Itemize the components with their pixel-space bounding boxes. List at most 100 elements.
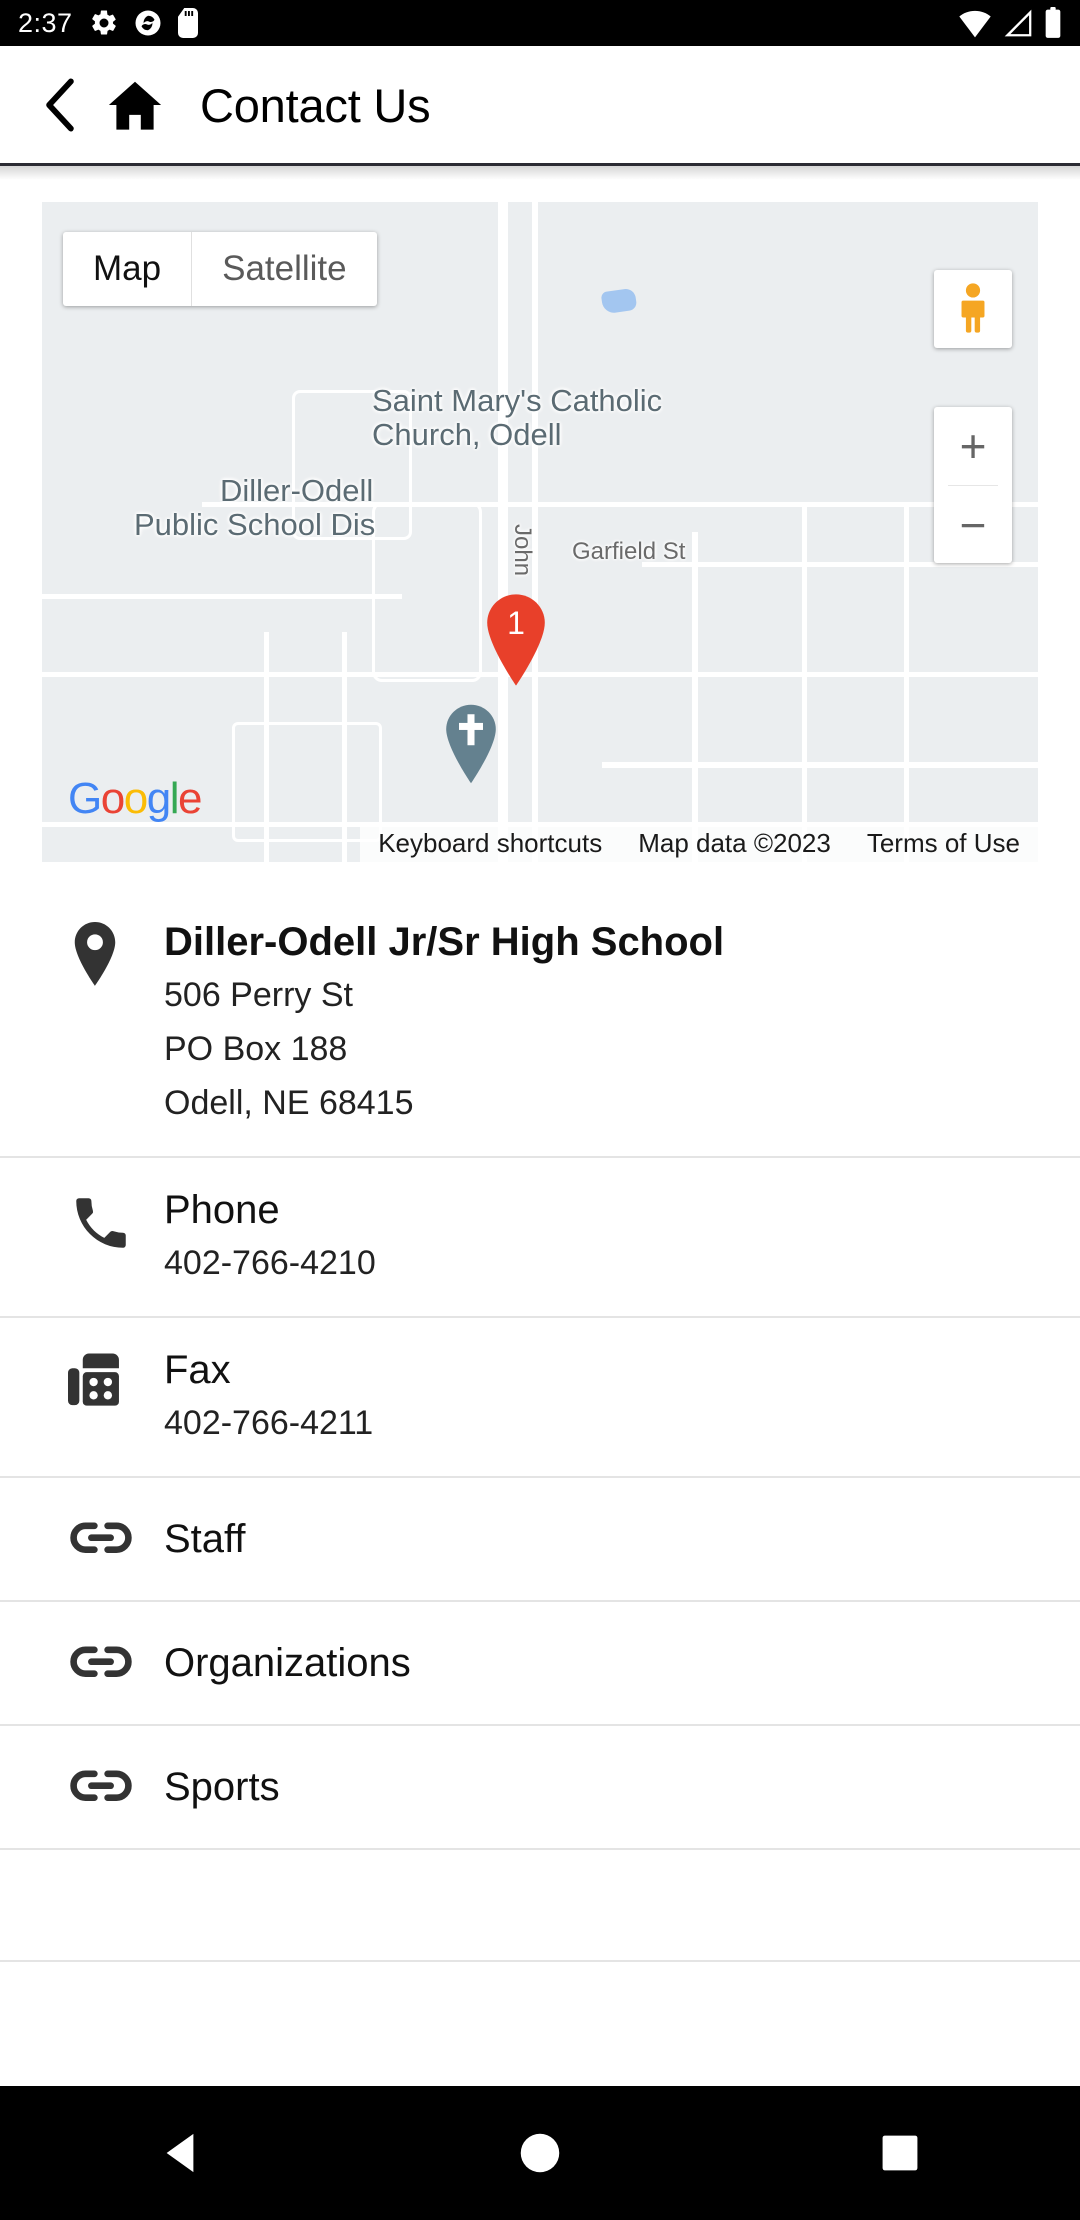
map-data-copyright: Map data ©2023 <box>620 824 849 862</box>
staff-label: Staff <box>164 1517 246 1561</box>
home-circle-icon <box>520 2133 560 2173</box>
map-water-feature <box>600 287 638 315</box>
map-road <box>42 594 402 599</box>
app-screen: 2:37 Contact Us Map Satellite + − 1 Sain… <box>0 0 1080 2220</box>
phone-number[interactable]: 402-766-4210 <box>164 1236 1050 1290</box>
recents-square-icon <box>882 2135 918 2171</box>
settings-gear-icon <box>91 10 116 35</box>
fax-icon <box>68 1353 119 1406</box>
google-logo-letter: g <box>146 774 171 823</box>
address-line-2: PO Box 188 <box>164 1030 348 1068</box>
link-chain-icon <box>70 1646 132 1677</box>
google-logo-letter: o <box>123 774 148 823</box>
address-row-body: Diller-Odell Jr/Sr High School 506 Perry… <box>160 916 1050 1130</box>
page-title: Contact Us <box>200 78 431 132</box>
list-bottom-spacer <box>0 1850 1080 1962</box>
link-row-organizations[interactable]: Organizations <box>0 1602 1080 1726</box>
phone-row[interactable]: Phone 402-766-4210 <box>0 1158 1080 1318</box>
street-view-pegman-icon <box>961 283 985 333</box>
back-triangle-icon <box>166 2133 194 2173</box>
link-row-sports[interactable]: Sports <box>0 1726 1080 1850</box>
keyboard-shortcuts-link[interactable]: Keyboard shortcuts <box>360 824 621 862</box>
google-map[interactable]: Map Satellite + − 1 Saint Mary's Catholi… <box>42 202 1038 862</box>
map-type-control[interactable]: Map Satellite <box>63 232 377 306</box>
poi-label-church-line1: Saint Mary's Catholic <box>372 383 663 418</box>
street-label-garfield: Garfield St <box>572 538 686 565</box>
phone-row-body: Phone 402-766-4210 <box>160 1184 1050 1290</box>
google-logo-letter: e <box>177 774 202 823</box>
zoom-out-button[interactable]: − <box>934 486 1012 564</box>
back-button[interactable] <box>40 78 80 132</box>
battery-icon <box>1045 7 1061 38</box>
status-bar-clock: 2:37 <box>18 7 73 38</box>
church-pin-icon <box>446 704 496 784</box>
wifi-icon <box>959 10 991 38</box>
map-road <box>802 502 807 862</box>
map-type-satellite-button[interactable]: Satellite <box>192 232 377 306</box>
staff-row-body: Staff <box>160 1513 1050 1565</box>
marker-number-label: 1 <box>507 605 525 641</box>
address-row-icon <box>68 916 160 988</box>
home-button[interactable] <box>104 74 166 136</box>
fax-label: Fax <box>164 1348 231 1392</box>
sports-row-icon <box>68 1761 160 1813</box>
numbered-map-marker[interactable]: 1 <box>480 592 552 693</box>
address-line-3: Odell, NE 68415 <box>164 1084 414 1122</box>
link-chain-icon <box>70 1770 132 1801</box>
fax-row[interactable]: Fax 402-766-4211 <box>0 1318 1080 1478</box>
google-logo-letter: l <box>169 774 180 823</box>
system-navigation-bar <box>0 2086 1080 2220</box>
link-chain-icon <box>70 1522 132 1553</box>
phone-row-icon <box>68 1184 160 1256</box>
link-row-staff[interactable]: Staff <box>0 1478 1080 1602</box>
map-road <box>904 502 909 862</box>
phone-icon <box>76 1198 126 1248</box>
terms-of-use-link[interactable]: Terms of Use <box>848 824 1038 862</box>
map-campus-outline <box>372 502 482 682</box>
fax-number: 402-766-4211 <box>164 1404 374 1442</box>
map-type-map-button[interactable]: Map <box>63 232 191 306</box>
organizations-row-icon <box>68 1637 160 1689</box>
sports-row-body: Sports <box>160 1761 1050 1813</box>
address-line-1: 506 Perry St <box>164 976 353 1014</box>
staff-row-icon <box>68 1513 160 1565</box>
map-zoom-control[interactable]: + − <box>934 407 1012 563</box>
status-bar-system-icons <box>958 7 1062 39</box>
organizations-row-body: Organizations <box>160 1637 1050 1689</box>
street-label-john: John <box>509 524 536 577</box>
poi-label-church-line2: Church, Odell <box>372 417 562 452</box>
phone-label: Phone <box>164 1188 280 1232</box>
map-road <box>692 532 698 862</box>
organizations-label: Organizations <box>164 1641 411 1685</box>
google-logo-letter: o <box>100 774 125 823</box>
status-bar: 2:37 <box>0 0 1080 46</box>
home-icon <box>108 81 162 130</box>
sd-card-icon <box>177 8 198 38</box>
fax-row-icon <box>68 1344 160 1416</box>
poi-label-school-line2: Public School Dis <box>134 507 376 542</box>
cellular-signal-icon <box>1004 9 1032 37</box>
header-shadow <box>0 166 1080 180</box>
back-chevron-icon <box>46 78 74 132</box>
sports-label: Sports <box>164 1765 280 1809</box>
map-attribution-bar: Keyboard shortcuts Map data ©2023 Terms … <box>42 824 1038 862</box>
app-header: Contact Us <box>0 46 1080 164</box>
church-poi-marker[interactable] <box>440 702 502 791</box>
google-logo-letter: G <box>68 774 102 823</box>
nav-home-button[interactable] <box>480 2086 600 2220</box>
location-pin-icon <box>74 922 116 986</box>
street-view-pegman-button[interactable] <box>934 270 1012 348</box>
contact-list: Diller-Odell Jr/Sr High School 506 Perry… <box>0 890 1080 1962</box>
school-name: Diller-Odell Jr/Sr High School <box>164 920 725 964</box>
map-canvas[interactable]: Map Satellite + − 1 Saint Mary's Catholi… <box>42 202 1038 862</box>
status-bar-notification-icons <box>89 8 199 38</box>
poi-label-school-line1: Diller-Odell <box>220 473 374 508</box>
address-row[interactable]: Diller-Odell Jr/Sr High School 506 Perry… <box>0 890 1080 1158</box>
zoom-in-button[interactable]: + <box>934 407 1012 485</box>
disc-icon <box>135 10 161 36</box>
nav-back-button[interactable] <box>120 2086 240 2220</box>
nav-recents-button[interactable] <box>840 2086 960 2220</box>
fax-row-body: Fax 402-766-4211 <box>160 1344 1050 1450</box>
google-logo: G o o g l e <box>68 774 202 824</box>
map-road <box>602 762 1038 768</box>
